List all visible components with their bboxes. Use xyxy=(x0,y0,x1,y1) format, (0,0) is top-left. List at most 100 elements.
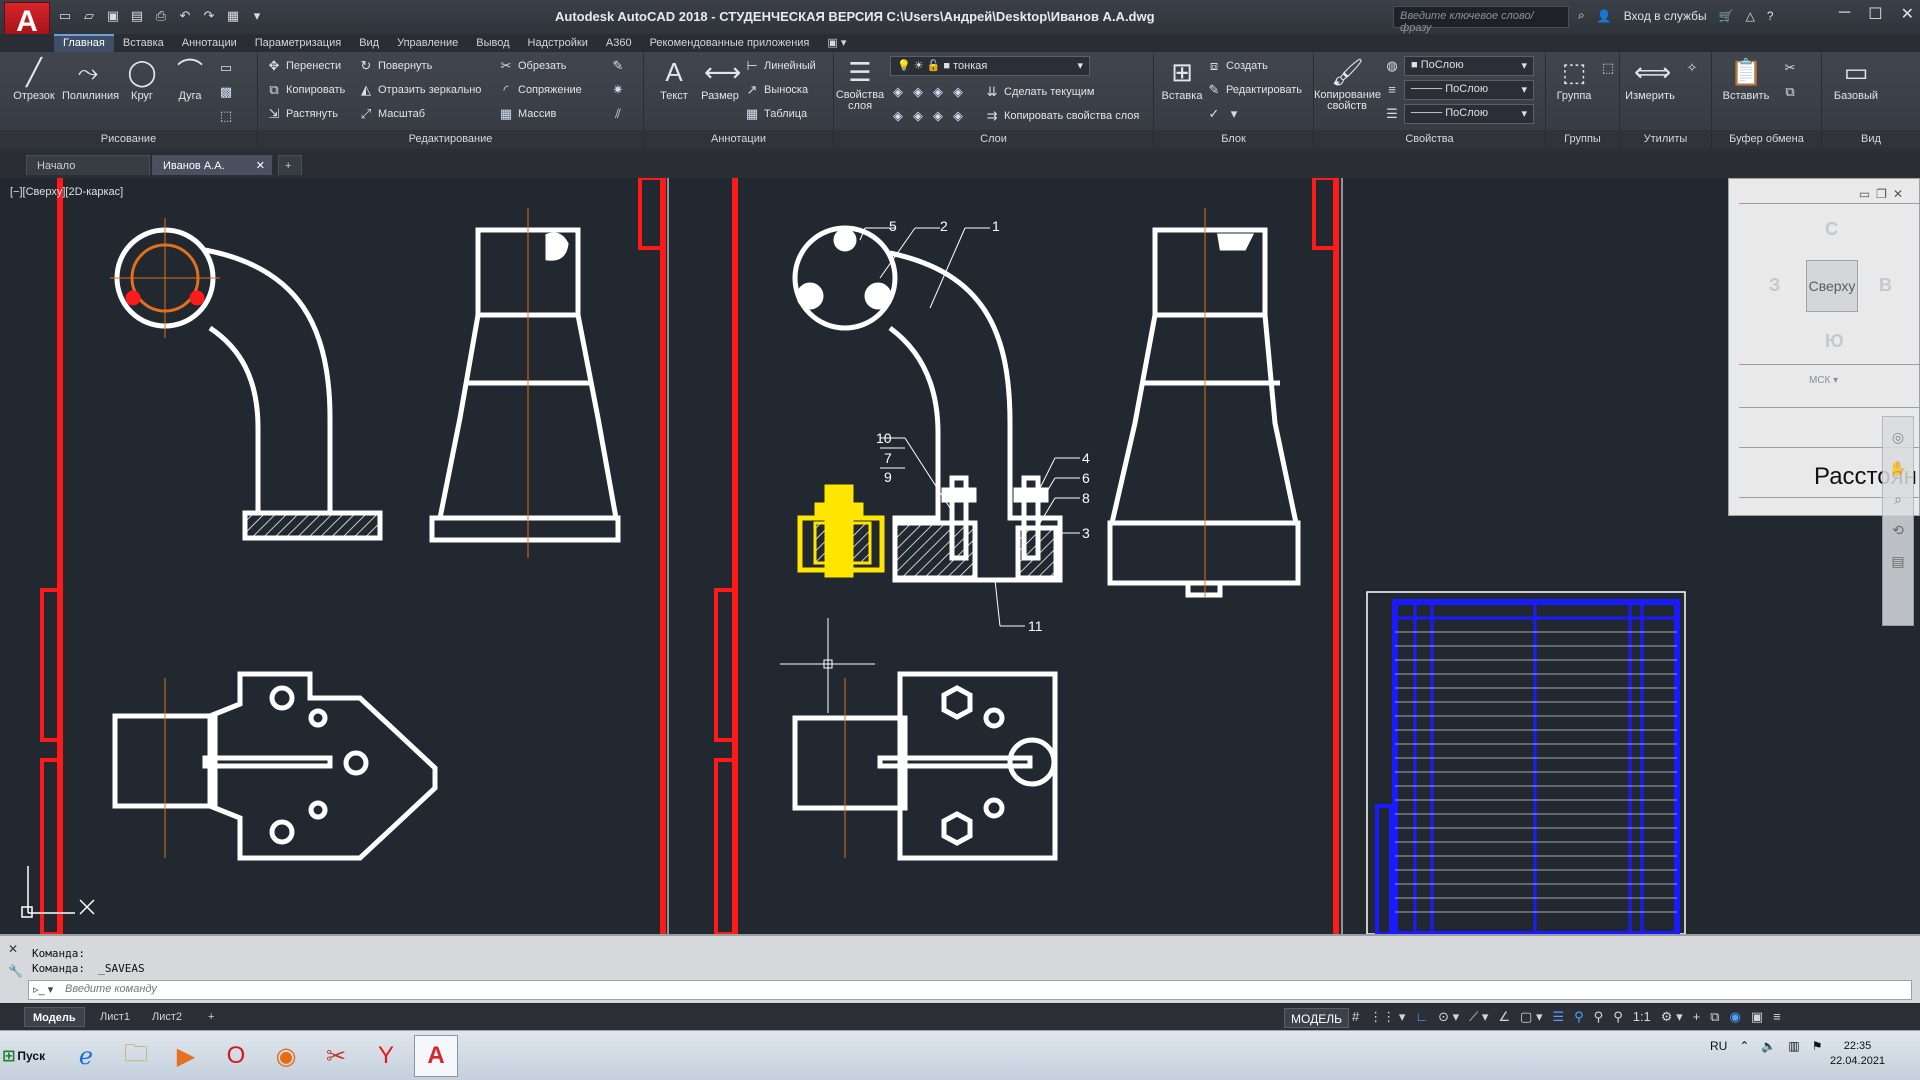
copy-button[interactable]: ⧉ Копировать xyxy=(266,80,345,100)
model-space-button[interactable]: МОДЕЛЬ xyxy=(1284,1008,1349,1028)
close-icon[interactable]: ✕ xyxy=(8,942,26,956)
showmotion-icon[interactable]: ▤ xyxy=(1891,553,1904,570)
language-indicator[interactable]: RU xyxy=(1710,1039,1727,1053)
layer-dropdown[interactable]: 💡 ☀ 🔓 ■ тонкая ▾ xyxy=(890,56,1090,76)
left-front-view[interactable] xyxy=(110,218,383,541)
signin-link[interactable]: Вход в службы xyxy=(1624,9,1707,23)
network-icon[interactable]: ▥ xyxy=(1788,1039,1799,1053)
annotation-visibility-icon[interactable]: ⚲ xyxy=(1574,1009,1584,1025)
tab-a360[interactable]: A360 xyxy=(597,34,641,52)
group-button[interactable]: ⬚ Группа xyxy=(1548,56,1600,102)
taskbar-firefox[interactable]: ◉ xyxy=(264,1035,308,1077)
viewcube-east[interactable]: В xyxy=(1879,275,1892,296)
start-button[interactable]: ⊞ Пуск xyxy=(2,1039,52,1073)
viewcube-north[interactable]: С xyxy=(1825,219,1838,240)
match-layer-button[interactable]: ⇉ Копировать свойства слоя xyxy=(984,106,1140,126)
restore-icon[interactable]: ❐ xyxy=(1876,187,1887,201)
save-icon[interactable]: ▣ xyxy=(104,7,122,25)
erase-button[interactable]: ✎ xyxy=(610,56,626,76)
panel-draw-title[interactable]: Рисование xyxy=(0,130,257,148)
close-icon[interactable]: ✕ xyxy=(256,156,265,176)
clean-screen-icon[interactable]: ▣ xyxy=(1751,1009,1763,1025)
drawing-svg[interactable] xyxy=(0,178,1920,934)
command-prompt-icon[interactable]: ▹_ ▾ xyxy=(33,983,53,996)
panel-clipboard-title[interactable]: Буфер обмена xyxy=(1712,130,1821,148)
group-tools[interactable]: ⬚ xyxy=(1600,58,1616,78)
open-folder-icon[interactable]: ▱ xyxy=(80,7,98,25)
isolate-icon[interactable]: ⧉ xyxy=(1710,1009,1719,1025)
layout-tab-sheet2[interactable]: Лист2 xyxy=(144,1007,190,1027)
quickselect-button[interactable]: ✧ xyxy=(1684,58,1700,78)
video-icon[interactable]: ▣ ▾ xyxy=(818,34,855,52)
lineweight-toggle-icon[interactable]: ☰ xyxy=(1552,1009,1564,1025)
array-button[interactable]: ▦ Массив xyxy=(498,104,557,124)
redo-icon[interactable]: ↷ xyxy=(200,7,218,25)
viewcube-west[interactable]: З xyxy=(1769,275,1780,296)
tab-addins[interactable]: Надстройки xyxy=(519,34,597,52)
right-side-view[interactable] xyxy=(1107,208,1301,598)
orbit-icon[interactable]: ⟲ xyxy=(1892,522,1904,539)
hatch-button[interactable]: ▩ xyxy=(218,82,234,102)
layer-tools-row1[interactable]: ◈ ◈ ◈ ◈ xyxy=(890,82,966,102)
panel-layers-title[interactable]: Слои xyxy=(834,130,1153,148)
osnap-icon[interactable]: ∠ xyxy=(1498,1009,1510,1025)
ortho-icon[interactable]: ∟ xyxy=(1415,1009,1428,1025)
minimize-icon[interactable]: ▭ xyxy=(1859,187,1870,201)
edit-block-button[interactable]: ✎ Редактировать xyxy=(1206,80,1302,100)
layer-properties-button[interactable]: ☰ Свойства слоя xyxy=(834,56,886,112)
add-layout-button[interactable]: + xyxy=(200,1007,222,1027)
layout-tab-model[interactable]: Модель xyxy=(24,1007,85,1027)
action-center-icon[interactable]: ⚑ xyxy=(1812,1039,1823,1053)
tab-view[interactable]: Вид xyxy=(350,34,388,52)
tab-parametric[interactable]: Параметризация xyxy=(246,34,350,52)
move-button[interactable]: ✥ Перенести xyxy=(266,56,342,76)
panel-properties-title[interactable]: Свойства xyxy=(1314,130,1545,148)
maximize-icon[interactable]: ☐ xyxy=(1868,4,1882,24)
text-button[interactable]: A Текст xyxy=(648,56,700,102)
cut-button[interactable]: ✂ xyxy=(1782,58,1798,78)
taskbar-yandex[interactable]: Y xyxy=(364,1035,408,1077)
match-properties-button[interactable]: 🖌 Копирование свойств xyxy=(1314,56,1381,112)
panel-view-title[interactable]: Вид xyxy=(1822,130,1920,148)
wrench-icon[interactable]: 🔧 xyxy=(8,964,26,978)
zoom-icon[interactable]: ⌕ xyxy=(1894,491,1902,508)
block-attributes-button[interactable]: ✓ ▾ xyxy=(1206,104,1242,124)
doc-tab-drawing[interactable]: Иванов А.А. ✕ xyxy=(152,155,272,175)
panel-groups-title[interactable]: Группы xyxy=(1546,130,1619,148)
print-icon[interactable]: ⎙ xyxy=(152,7,170,25)
rotate-button[interactable]: ↻ Повернуть xyxy=(358,56,433,76)
make-current-button[interactable]: ⇊ Сделать текущим xyxy=(984,82,1095,102)
new-doc-tab-button[interactable]: + xyxy=(278,155,302,175)
volume-icon[interactable]: 🔈 xyxy=(1761,1039,1776,1053)
close-icon[interactable]: ✕ xyxy=(1893,187,1903,201)
tab-insert[interactable]: Вставка xyxy=(114,34,173,52)
tab-output[interactable]: Вывод xyxy=(467,34,518,52)
measure-button[interactable]: ⟺ Измерить xyxy=(1624,56,1676,102)
tab-featured-apps[interactable]: Рекомендованные приложения xyxy=(641,34,819,52)
taskbar-explorer[interactable]: 🗀 xyxy=(114,1035,158,1077)
chevron-down-icon[interactable]: ▾ xyxy=(248,7,266,25)
help-search-input[interactable]: Введите ключевое слово/фразу xyxy=(1393,6,1569,34)
drawing-canvas[interactable]: 5 2 1 10 7 9 4 6 8 3 11 [−][Сверху][2D-к… xyxy=(0,178,1920,934)
left-top-view[interactable] xyxy=(112,671,438,861)
yellow-highlight-part[interactable] xyxy=(797,484,885,578)
taskbar-internet-explorer[interactable]: ℯ xyxy=(64,1035,108,1077)
gear-icon[interactable]: ⚙ ▾ xyxy=(1661,1009,1683,1025)
offset-button[interactable]: ⫽ xyxy=(610,104,626,124)
scale-button[interactable]: ⤢ Масштаб xyxy=(358,104,425,124)
taskbar-opera[interactable]: O xyxy=(214,1035,258,1077)
tray-expand-icon[interactable]: ⌃ xyxy=(1739,1039,1749,1053)
annotation-scale-icon[interactable]: ⚲ xyxy=(1594,1009,1604,1025)
panel-utilities-title[interactable]: Утилиты xyxy=(1620,130,1711,148)
tab-home[interactable]: Главная xyxy=(54,34,114,52)
layer-tools-row2[interactable]: ◈ ◈ ◈ ◈ xyxy=(890,106,966,126)
paste-button[interactable]: 📋 Вставить xyxy=(1720,56,1772,102)
panel-modify-title[interactable]: Редактирование xyxy=(258,130,643,148)
lineweight-dropdown[interactable]: ──── ПоСлою ▾ xyxy=(1404,80,1534,100)
create-block-button[interactable]: ⧈ Создать xyxy=(1206,56,1268,76)
plot-icon[interactable]: ▦ xyxy=(224,7,242,25)
command-input[interactable] xyxy=(65,983,1865,995)
pan-icon[interactable]: ✋ xyxy=(1889,460,1906,477)
customize-icon[interactable]: ≡ xyxy=(1773,1009,1781,1025)
annotation-scale-value[interactable]: 1:1 xyxy=(1633,1009,1651,1025)
